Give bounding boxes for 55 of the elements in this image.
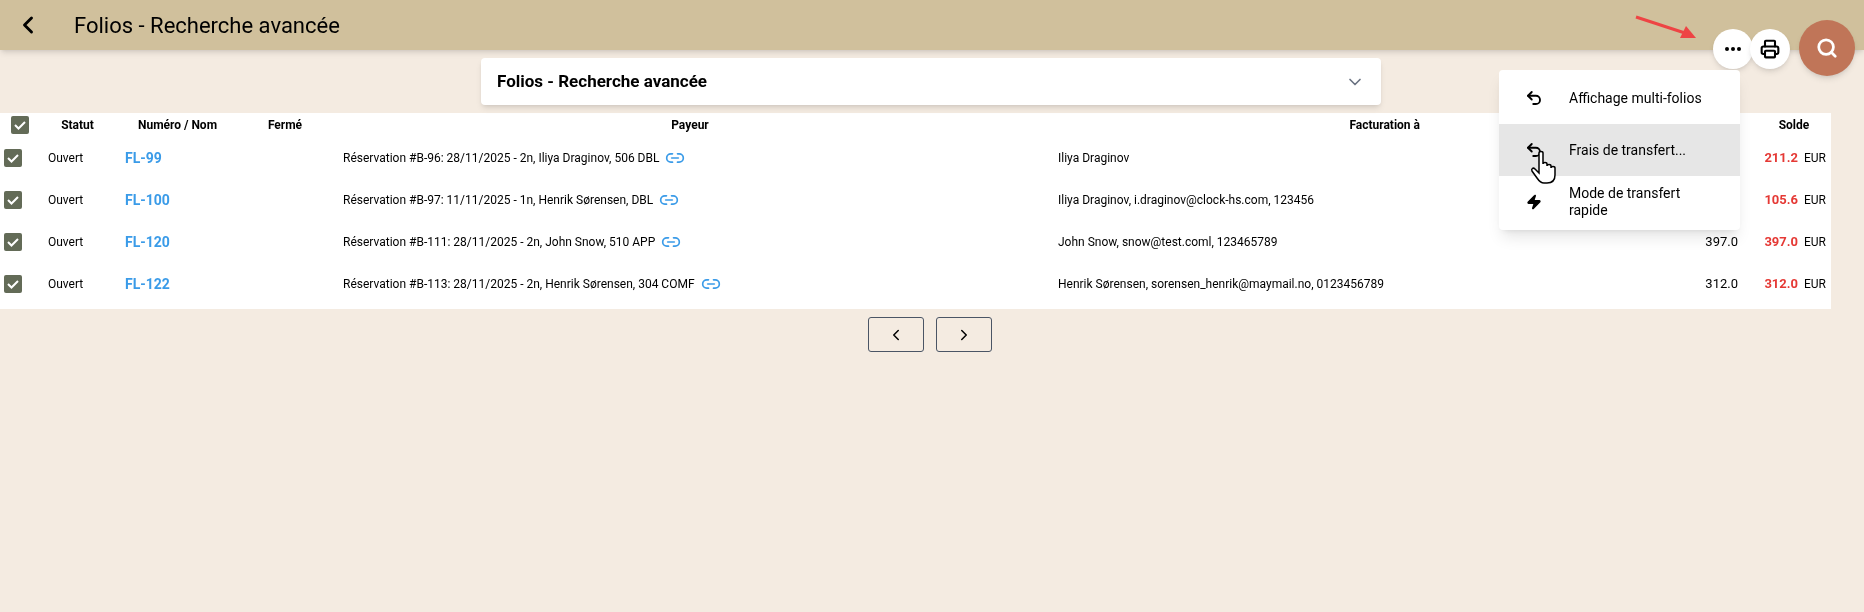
column-header: Facturation à bbox=[1349, 117, 1420, 134]
checkbox[interactable] bbox=[11, 116, 29, 134]
column-header: Numéro / Nom bbox=[137, 117, 218, 134]
column-header: Solde bbox=[1778, 117, 1810, 134]
status-cell-text: Ouvert bbox=[47, 150, 85, 167]
page-title: Folios - Recherche avancée bbox=[74, 11, 340, 40]
status-cell-text: Ouvert bbox=[47, 234, 85, 251]
checkbox[interactable] bbox=[4, 275, 22, 293]
currency-cell-text: EUR bbox=[1803, 192, 1827, 209]
undo-icon bbox=[1525, 89, 1543, 107]
payer-cell-text: Réservation #B-113: 28/11/2025 - 2n, Henrik Sørensen, 304 COMF bbox=[343, 276, 695, 293]
menu-item[interactable]: Mode de transfert rapide bbox=[1499, 176, 1740, 228]
checkbox[interactable] bbox=[4, 191, 22, 209]
search-icon bbox=[1816, 37, 1838, 59]
previous-page-button[interactable] bbox=[868, 317, 924, 352]
search-button[interactable] bbox=[1799, 20, 1855, 76]
status-cell-text: Ouvert bbox=[47, 192, 85, 209]
check-icon bbox=[6, 235, 20, 249]
balance-cell-text: 312.0 bbox=[1764, 275, 1798, 294]
currency-cell-text: EUR bbox=[1803, 276, 1827, 293]
undo-icon bbox=[1525, 141, 1543, 159]
billing-cell-text: Iliya Draginov bbox=[1057, 150, 1131, 167]
amount-cell-text: 312.0 bbox=[1705, 275, 1738, 294]
billing-cell-text: Henrik Sørensen, sorensen_henrik@maymail.no, 0123456789 bbox=[1057, 276, 1385, 293]
print-button[interactable] bbox=[1750, 29, 1790, 69]
check-icon bbox=[13, 118, 27, 132]
column-header: Fermé bbox=[267, 117, 303, 134]
currency-cell-text: EUR bbox=[1803, 150, 1827, 167]
checkbox[interactable] bbox=[4, 233, 22, 251]
check-icon bbox=[6, 277, 20, 291]
menu-item[interactable]: Affichage multi-folios bbox=[1499, 72, 1740, 124]
next-page-button[interactable] bbox=[936, 317, 992, 352]
column-header: Statut bbox=[61, 117, 94, 134]
checkbox[interactable] bbox=[4, 149, 22, 167]
column-header: Payeur bbox=[671, 117, 709, 134]
payer-cell-text: Réservation #B-96: 28/11/2025 - 2n, Iliya Draginov, 506 DBL bbox=[343, 150, 660, 167]
status-cell-text: Ouvert bbox=[47, 276, 85, 293]
check-icon bbox=[6, 193, 20, 207]
panel-title: Folios - Recherche avancée bbox=[497, 69, 707, 93]
arrow-icon bbox=[1634, 14, 1698, 40]
search-panel[interactable]: Folios - Recherche avancée bbox=[481, 58, 1381, 105]
billing-cell-text: John Snow, snow@test.coml, 123465789 bbox=[1057, 234, 1279, 251]
bolt-icon bbox=[1526, 194, 1542, 210]
amount-cell-text: 397.0 bbox=[1705, 233, 1738, 252]
check-icon bbox=[6, 151, 20, 165]
balance-cell-text: 211.2 bbox=[1764, 149, 1798, 168]
payer-cell-text: Réservation #B-111: 28/11/2025 - 2n, John Snow, 510 APP bbox=[343, 234, 656, 251]
balance-cell-text: 105.6 bbox=[1764, 191, 1798, 210]
more-icon bbox=[1725, 47, 1741, 51]
menu-item[interactable]: Frais de transfert... bbox=[1499, 124, 1740, 176]
payer-cell-text: Réservation #B-97: 11/11/2025 - 1n, Henrik Sørensen, DBL bbox=[343, 192, 654, 209]
currency-cell-text: EUR bbox=[1803, 234, 1827, 251]
billing-cell-text: Iliya Draginov, i.draginov@clock-hs.com, 123456 bbox=[1057, 192, 1315, 209]
balance-cell-text: 397.0 bbox=[1764, 233, 1798, 252]
printer-icon bbox=[1760, 39, 1780, 59]
